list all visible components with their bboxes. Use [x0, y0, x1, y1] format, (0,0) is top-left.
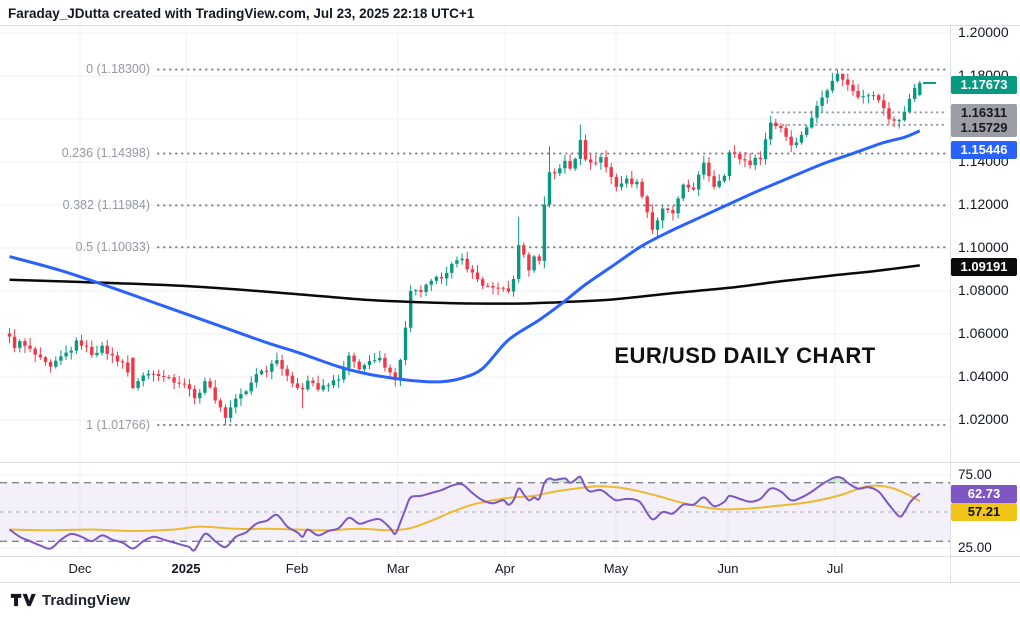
time-axis-label: 2025: [158, 561, 214, 576]
grid-lines: [0, 26, 950, 557]
credit-text: Faraday_JDutta created with TradingView.…: [8, 6, 474, 21]
price-axis-label: 1.08000: [958, 282, 1009, 298]
time-axis-label: Dec: [52, 561, 108, 576]
sma200-price-badge: 1.09191: [951, 258, 1017, 276]
fib-level-label-0: 0 (1.18300): [0, 62, 150, 76]
price-chart-canvas[interactable]: [0, 0, 1020, 618]
last-price-badge: 1.17673: [951, 76, 1017, 94]
fib-retracement-lines[interactable]: [158, 70, 948, 425]
price-axis-label: 1.10000: [958, 239, 1009, 255]
tradingview-brand-text: TradingView: [42, 592, 130, 609]
time-axis-label: Jul: [807, 561, 863, 576]
price-axis-label: 1.04000: [958, 368, 1009, 384]
price-axis-label: 1.06000: [958, 325, 1009, 341]
fib-level-label-50: 0.5 (1.10033): [0, 240, 150, 254]
price-axis-label: 1.02000: [958, 411, 1009, 427]
rsi-ma-value-badge: 57.21: [951, 503, 1017, 521]
fib-level-label-236: 0.236 (1.14398): [0, 146, 150, 160]
fib-level-label-100: 1 (1.01766): [0, 418, 150, 432]
time-axis-label: Jun: [700, 561, 756, 576]
rsi-value-badge: 62.73: [951, 485, 1017, 503]
price-axis-label: 1.12000: [958, 196, 1009, 212]
tradingview-logo-icon: [10, 591, 36, 609]
fib-level-label-382: 0.382 (1.11984): [0, 198, 150, 212]
time-axis-label: Mar: [370, 561, 426, 576]
price-axis-label: 1.20000: [958, 24, 1009, 40]
rsi-axis-label-75: 75.00: [958, 467, 992, 482]
resistance-2-badge: 1.15729: [951, 119, 1017, 137]
tradingview-brand-link[interactable]: TradingView: [10, 591, 130, 609]
symbol-watermark: EUR/USD DAILY CHART: [575, 343, 915, 369]
time-axis-label: Apr: [477, 561, 533, 576]
time-axis-label: May: [588, 561, 644, 576]
tradingview-chart-export: Faraday_JDutta created with TradingView.…: [0, 0, 1020, 618]
rsi-band: [0, 483, 950, 541]
time-axis-label: Feb: [269, 561, 325, 576]
sma50-price-badge: 1.15446: [951, 141, 1017, 159]
sma-200-line[interactable]: [10, 265, 920, 303]
rsi-axis-label-25: 25.00: [958, 540, 992, 555]
